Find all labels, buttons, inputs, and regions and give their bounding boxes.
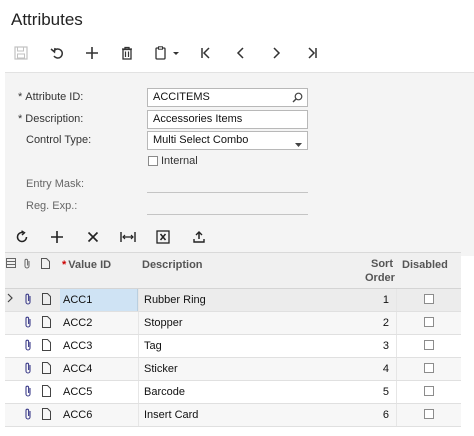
column-divider (138, 358, 139, 380)
description-cell[interactable]: Barcode (144, 386, 185, 398)
table-row[interactable]: ACC4 Sticker 4 (5, 358, 461, 381)
fit-columns-icon[interactable] (118, 227, 138, 247)
attachment-icon[interactable] (24, 362, 32, 377)
disabled-checkbox[interactable] (424, 340, 434, 350)
column-divider (138, 335, 139, 357)
refresh-icon[interactable] (12, 227, 32, 247)
sort-order-cell[interactable]: 1 (359, 294, 389, 306)
description-label: * Description: (18, 113, 84, 125)
value-id-cell[interactable]: ACC4 (63, 363, 92, 375)
reg-exp-field[interactable] (147, 214, 308, 215)
column-divider (396, 312, 397, 334)
table-row[interactable]: ACC2 Stopper 2 (5, 312, 461, 335)
attribute-values-grid: * Value ID Description Sort Order Disabled… (5, 252, 461, 436)
disabled-column-header[interactable]: Disabled (402, 259, 448, 271)
description-field[interactable]: Accessories Items (147, 110, 308, 129)
description-cell[interactable]: Stopper (144, 317, 183, 329)
note-icon[interactable] (42, 385, 51, 400)
first-record-icon[interactable] (196, 43, 216, 63)
attachment-icon[interactable] (24, 408, 32, 423)
disabled-checkbox[interactable] (424, 294, 434, 304)
row-selector-header-icon[interactable] (6, 258, 16, 271)
copy-paste-icon[interactable] (153, 43, 181, 63)
attachment-icon[interactable] (24, 316, 32, 331)
note-icon[interactable] (42, 362, 51, 377)
disabled-checkbox[interactable] (424, 386, 434, 396)
attribute-id-label: * Attribute ID: (18, 91, 84, 103)
attachment-header-icon (23, 258, 31, 272)
undo-icon[interactable] (47, 43, 67, 63)
description-cell[interactable]: Insert Card (144, 409, 198, 421)
table-row[interactable]: ACC6 Insert Card 6 (5, 404, 461, 427)
attachment-icon[interactable] (24, 293, 32, 308)
sort-order-cell[interactable]: 2 (359, 317, 389, 329)
value-id-cell[interactable]: ACC5 (63, 386, 92, 398)
sort-order-cell[interactable]: 3 (359, 340, 389, 352)
entry-mask-label: Entry Mask: (26, 178, 85, 190)
note-header-icon (41, 258, 50, 272)
sort-order-cell[interactable]: 6 (359, 409, 389, 421)
description-value: Accessories Items (153, 113, 243, 125)
disabled-checkbox[interactable] (424, 317, 434, 327)
control-type-label: Control Type: (26, 134, 92, 146)
disabled-checkbox[interactable] (424, 363, 434, 373)
next-record-icon[interactable] (266, 43, 286, 63)
table-row[interactable]: ACC5 Barcode 5 (5, 381, 461, 404)
value-id-cell[interactable]: ACC1 (63, 294, 92, 306)
search-icon[interactable] (292, 92, 303, 106)
description-cell[interactable]: Sticker (144, 363, 178, 375)
internal-checkbox[interactable] (148, 156, 158, 166)
upload-icon[interactable] (189, 227, 209, 247)
column-divider (396, 404, 397, 426)
column-divider (396, 289, 397, 311)
column-divider (138, 289, 139, 311)
description-cell[interactable]: Rubber Ring (144, 294, 206, 306)
chevron-down-icon (295, 138, 302, 150)
delete-icon[interactable] (117, 43, 137, 63)
sort-order-cell[interactable]: 5 (359, 386, 389, 398)
note-icon[interactable] (42, 293, 51, 308)
reg-exp-label: Reg. Exp.: (26, 200, 78, 212)
column-divider (138, 381, 139, 403)
value-id-cell[interactable]: ACC2 (63, 317, 92, 329)
save-icon[interactable] (11, 43, 31, 63)
grid-header: * Value ID Description Sort Order Disabled (5, 252, 461, 289)
value-id-column-header[interactable]: * Value ID (62, 259, 111, 271)
control-type-value: Multi Select Combo (153, 134, 249, 146)
control-type-select[interactable]: Multi Select Combo (147, 131, 308, 150)
add-icon[interactable] (82, 43, 102, 63)
export-excel-icon[interactable] (153, 227, 173, 247)
column-divider (396, 358, 397, 380)
note-icon[interactable] (42, 316, 51, 331)
description-cell[interactable]: Tag (144, 340, 162, 352)
description-column-header[interactable]: Description (142, 259, 203, 271)
attribute-id-value: ACCITEMS (153, 91, 210, 103)
internal-label: Internal (161, 155, 198, 167)
value-id-cell[interactable]: ACC3 (63, 340, 92, 352)
column-divider (138, 404, 139, 426)
attachment-icon[interactable] (24, 339, 32, 354)
table-row[interactable]: ACC1 Rubber Ring 1 (5, 289, 461, 312)
current-row-chevron-icon (7, 293, 13, 306)
note-icon[interactable] (42, 339, 51, 354)
column-divider (138, 312, 139, 334)
column-divider (396, 381, 397, 403)
last-record-icon[interactable] (302, 43, 322, 63)
note-icon[interactable] (42, 408, 51, 423)
delete-row-icon[interactable] (83, 227, 103, 247)
table-row[interactable]: ACC3 Tag 3 (5, 335, 461, 358)
disabled-checkbox[interactable] (424, 409, 434, 419)
add-row-icon[interactable] (47, 227, 67, 247)
attachment-icon[interactable] (24, 385, 32, 400)
sort-order-cell[interactable]: 4 (359, 363, 389, 375)
attribute-id-field[interactable]: ACCITEMS (147, 88, 308, 107)
sort-order-column-header[interactable]: Sort Order (365, 257, 395, 285)
page-title: Attributes (11, 10, 83, 29)
value-id-cell[interactable]: ACC6 (63, 409, 92, 421)
previous-record-icon[interactable] (231, 43, 251, 63)
column-divider (396, 335, 397, 357)
entry-mask-field[interactable] (147, 192, 308, 193)
